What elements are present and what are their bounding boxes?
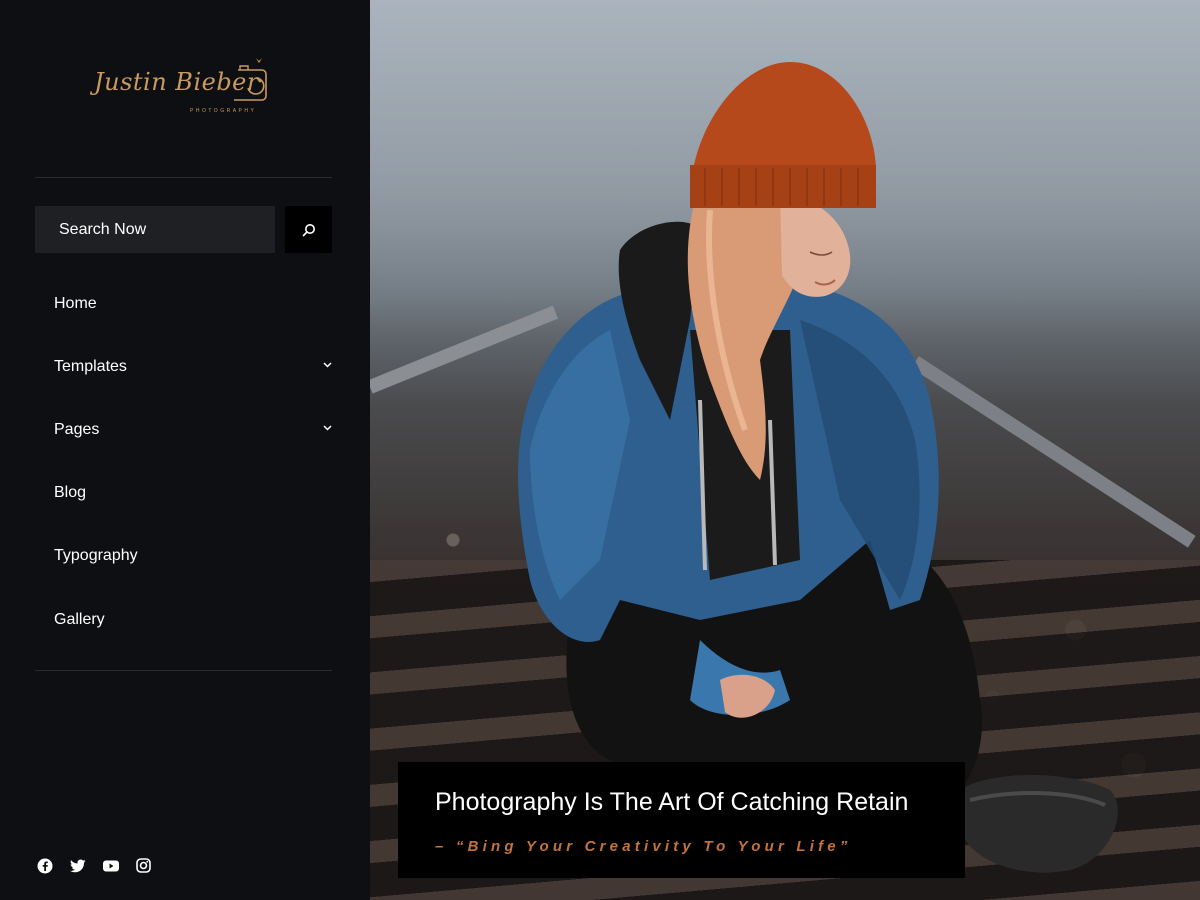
site-logo[interactable]: Justin Bieber PHOTOGRAPHY <box>90 52 280 122</box>
hero-quote: – “Bing Your Creativity To Your Life” <box>435 838 852 855</box>
social-links <box>36 857 152 874</box>
hero-title: Photography Is The Art Of Catching Retai… <box>435 788 909 816</box>
nav-item-pages[interactable]: Pages <box>35 398 335 461</box>
camera-logo-icon <box>234 58 267 101</box>
nav-item-label: Gallery <box>54 610 105 628</box>
instagram-icon[interactable] <box>135 857 152 874</box>
facebook-icon[interactable] <box>36 857 53 874</box>
divider <box>35 177 332 178</box>
logo-subtitle: PHOTOGRAPHY <box>190 108 257 114</box>
divider <box>35 670 332 671</box>
nav-item-label: Typography <box>54 547 138 565</box>
nav-item-gallery[interactable]: Gallery <box>35 588 335 651</box>
nav-item-typography[interactable]: Typography <box>35 525 335 588</box>
youtube-icon[interactable] <box>102 857 119 874</box>
nav-item-label: Home <box>54 294 97 312</box>
search-button[interactable] <box>285 206 332 253</box>
chevron-down-icon[interactable] <box>323 425 332 431</box>
nav-item-label: Pages <box>54 420 100 438</box>
nav-item-templates[interactable]: Templates <box>35 335 335 398</box>
hero-caption: Photography Is The Art Of Catching Retai… <box>398 762 965 878</box>
nav-item-label: Templates <box>54 357 127 375</box>
search-input[interactable] <box>35 206 275 253</box>
search-icon <box>302 223 315 236</box>
nav-item-home[interactable]: Home <box>35 272 335 335</box>
main-nav: Home Templates Pages Blog Typography Gal… <box>35 272 335 651</box>
nav-item-blog[interactable]: Blog <box>35 462 335 525</box>
sidebar: Justin Bieber PHOTOGRAPHY Home Templates <box>0 0 370 900</box>
chevron-down-icon[interactable] <box>323 362 332 368</box>
twitter-icon[interactable] <box>69 857 86 874</box>
nav-item-label: Blog <box>54 484 87 502</box>
